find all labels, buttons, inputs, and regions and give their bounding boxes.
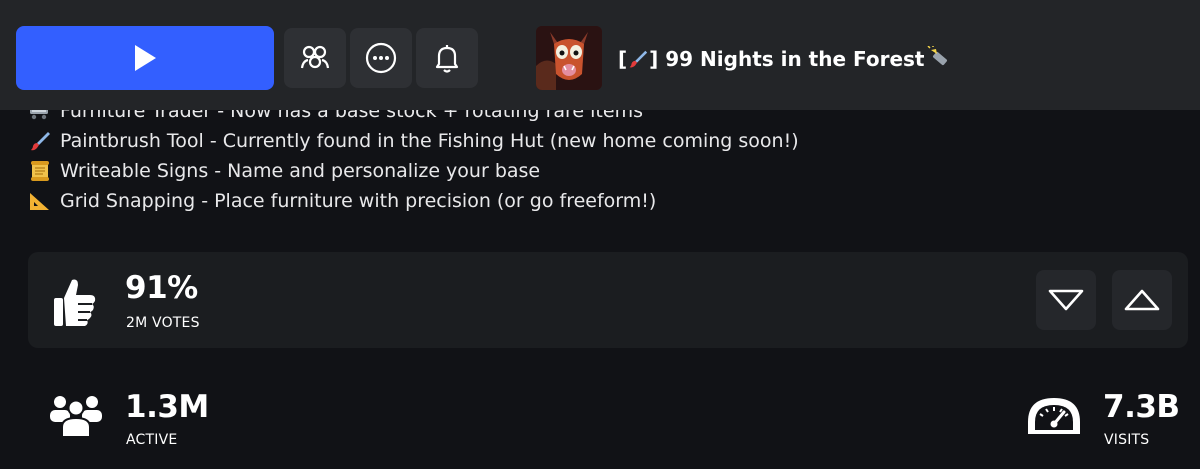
- people-icon: [48, 393, 104, 443]
- game-title: [ ] 99 Nights in the Forest: [618, 44, 953, 74]
- friends-icon: [300, 45, 330, 69]
- top-bar: [ ] 99 Nights in the Forest: [0, 0, 1200, 110]
- description-line: Grid Snapping - Place furniture with pre…: [28, 186, 799, 216]
- active-label: ACTIVE: [126, 432, 178, 448]
- chevron-up-icon: [1124, 289, 1160, 311]
- ellipsis-icon: [365, 42, 397, 74]
- description-text: Writeable Signs - Name and personalize y…: [60, 160, 541, 182]
- visits-count: 7.3B: [1103, 389, 1180, 425]
- game-page: Furniture Trader - Now has a base stock …: [0, 0, 1200, 469]
- play-icon: [135, 45, 156, 71]
- upvote-button[interactable]: [1112, 270, 1172, 330]
- votes-card: 91% 2M VOTES: [28, 252, 1188, 348]
- more-options-button[interactable]: [350, 28, 412, 88]
- vote-count: 2M VOTES: [126, 315, 200, 331]
- downvote-button[interactable]: [1036, 270, 1096, 330]
- description-line: Paintbrush Tool - Currently found in the…: [28, 126, 799, 156]
- speedometer-icon: [1024, 392, 1084, 442]
- vote-percentage: 91%: [125, 270, 198, 306]
- paintbrush-icon: [627, 48, 649, 70]
- visits-label: VISITS: [1104, 432, 1150, 448]
- scroll-icon: [28, 160, 56, 182]
- thumbs-up-icon: [52, 276, 98, 332]
- active-count: 1.3M: [125, 389, 209, 425]
- paintbrush-icon: [28, 130, 56, 152]
- description-text: Paintbrush Tool - Currently found in the…: [60, 130, 799, 152]
- friends-button[interactable]: [284, 28, 346, 88]
- description-line: Writeable Signs - Name and personalize y…: [28, 156, 799, 186]
- triangle-ruler-icon: [28, 190, 56, 212]
- game-description: Furniture Trader - Now has a base stock …: [28, 96, 799, 216]
- notify-button[interactable]: [416, 28, 478, 88]
- description-text: Grid Snapping - Place furniture with pre…: [60, 190, 657, 212]
- chevron-down-icon: [1048, 289, 1084, 311]
- play-button[interactable]: [16, 26, 274, 90]
- game-thumbnail[interactable]: [536, 26, 602, 90]
- flashlight-icon: [927, 46, 953, 72]
- bell-icon: [435, 45, 459, 73]
